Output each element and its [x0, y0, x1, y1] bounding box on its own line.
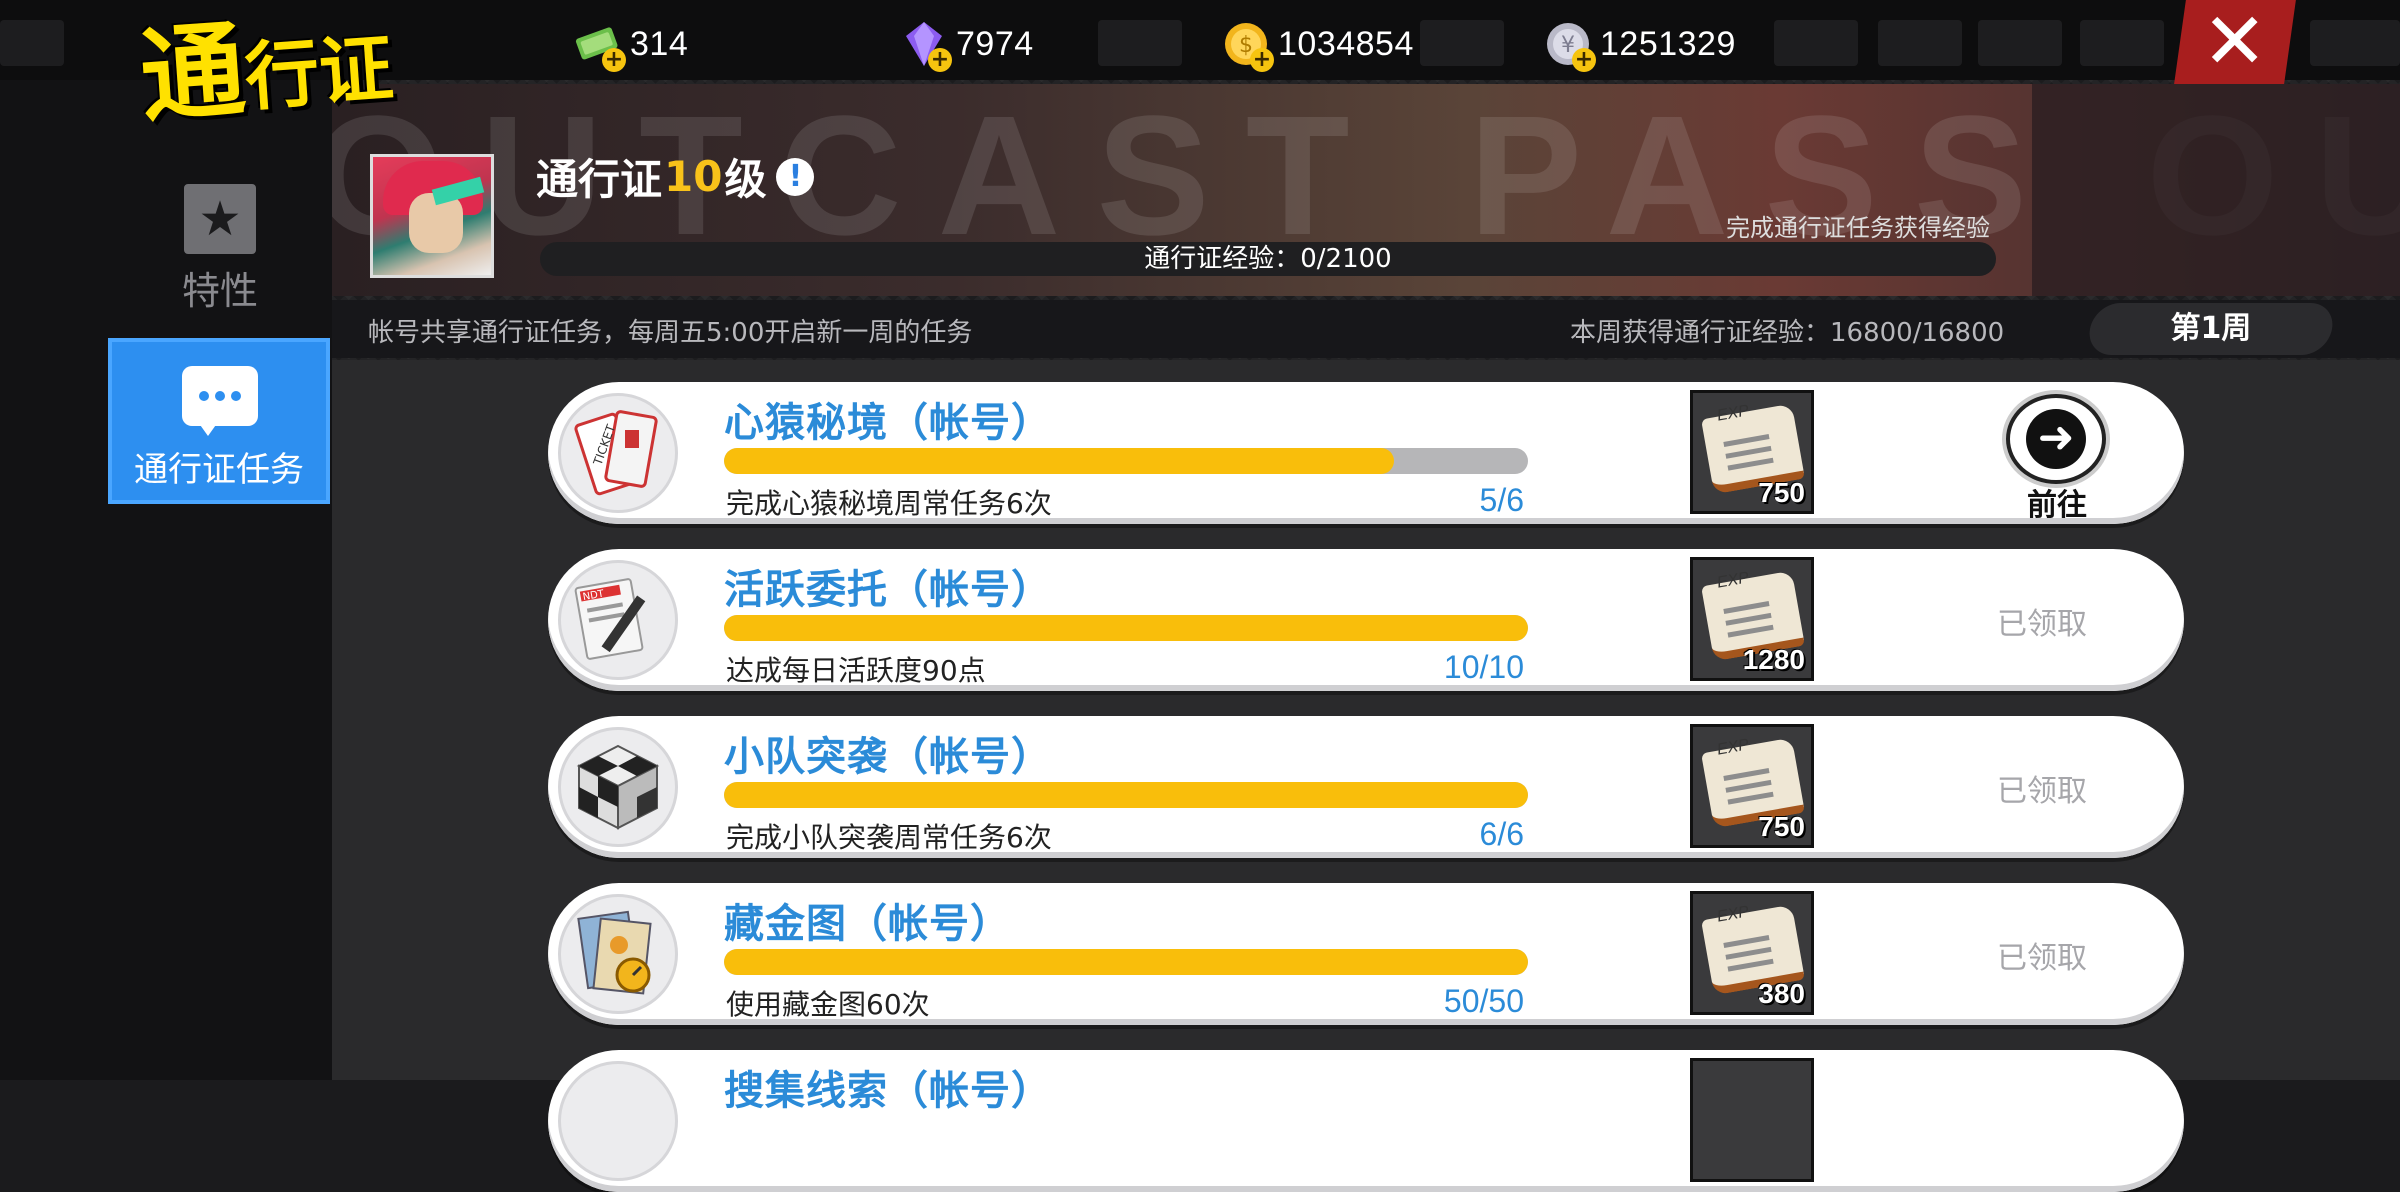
task-count: 6/6 — [1479, 816, 1524, 852]
chat-bubble-icon — [182, 366, 258, 426]
banner-right-panel — [2032, 84, 2400, 296]
pass-level-title: 通行证 10 级 ! — [536, 146, 815, 207]
reward-item[interactable]: EXP 750 — [1690, 390, 1814, 514]
star-icon: ★ — [184, 184, 256, 254]
task-card[interactable]: 小队突袭（帐号） 完成小队突袭周常任务6次 6/6 EXP 750 已领取 — [548, 716, 2184, 858]
task-title: 搜集线索（帐号） — [724, 1068, 1052, 1114]
task-progress-bar — [724, 782, 1528, 808]
close-button[interactable]: ✕ — [2174, 0, 2296, 87]
add-gold-icon[interactable]: + — [1250, 48, 1274, 72]
treasure-map-icon — [558, 894, 678, 1014]
task-progress-bar — [724, 615, 1528, 641]
task-description: 使用藏金图60次 — [726, 988, 930, 1021]
currency-cash[interactable]: + 314 — [574, 16, 688, 72]
cash-icon: + — [574, 20, 626, 72]
reward-quantity: 380 — [1758, 978, 1805, 1009]
sidebar-item-label: 特性 — [181, 269, 258, 313]
sidebar-item-label: 通行证任务 — [134, 450, 304, 490]
bar-slot — [0, 20, 64, 66]
cube-icon — [558, 727, 678, 847]
task-card[interactable]: TICKET 心猿秘境（帐号） 完成心猿秘境周常任务6次 5/6 EXP 750… — [548, 382, 2184, 524]
task-card[interactable]: NDT 活跃委托（帐号） 达成每日活跃度90点 10/10 EXP 1280 已… — [548, 549, 2184, 691]
ticket-icon: TICKET — [558, 393, 678, 513]
task-progress-bar — [724, 448, 1528, 474]
task-reset-info: 帐号共享通行证任务，每周五5:00开启新一周的任务 — [368, 318, 973, 348]
pass-logo: 通 行证 — [136, 0, 396, 138]
player-avatar[interactable] — [370, 154, 494, 278]
weekly-exp-info: 本周获得通行证经验：16800/16800 — [1570, 318, 2005, 348]
currency-crystal[interactable]: + 7974 — [900, 16, 1034, 72]
bar-slot — [1098, 20, 1182, 66]
reward-quantity: 750 — [1758, 811, 1805, 842]
task-card[interactable]: 搜集线索（帐号） — [548, 1050, 2184, 1192]
currency-silver-coin[interactable]: ¥ + 1251329 — [1544, 16, 1736, 72]
logo-rest: 行证 — [242, 25, 396, 122]
bar-slot — [1774, 20, 1858, 66]
task-title: 小队突袭（帐号） — [724, 734, 1052, 780]
task-title: 活跃委托（帐号） — [724, 567, 1052, 613]
gold-amount: 1034854 — [1278, 24, 1414, 63]
silver-amount: 1251329 — [1600, 24, 1736, 63]
week-label: 第1周 — [2170, 311, 2252, 346]
sidebar-item-pass-tasks[interactable]: 通行证任务 — [108, 338, 330, 504]
crystal-amount: 7974 — [956, 24, 1034, 63]
sidebar-item-traits[interactable]: ★ 特性 — [108, 170, 332, 320]
claimed-status: 已领取 — [1997, 607, 2087, 642]
go-button[interactable]: ➜ 前往 — [2002, 394, 2112, 523]
logo-first-char: 通 — [136, 8, 249, 138]
task-title: 心猿秘境（帐号） — [724, 400, 1052, 446]
pass-title-prefix: 通行证 — [536, 155, 663, 204]
reward-item[interactable]: EXP 380 — [1690, 891, 1814, 1015]
task-description: 完成心猿秘境周常任务6次 — [726, 487, 1052, 520]
bar-slot — [2310, 20, 2400, 66]
close-icon: ✕ — [2202, 0, 2268, 87]
cash-amount: 314 — [630, 24, 689, 63]
task-card[interactable]: 藏金图（帐号） 使用藏金图60次 50/50 EXP 380 已领取 — [548, 883, 2184, 1025]
bar-slot — [1878, 20, 1962, 66]
clue-icon — [558, 1061, 678, 1181]
go-label: 前往 — [2027, 488, 2087, 523]
bar-slot — [2080, 20, 2164, 66]
exp-hint-text: 完成通行证任务获得经验 — [1726, 214, 1990, 242]
newspaper-pen-icon: NDT — [558, 560, 678, 680]
gold-coin-icon: $ + — [1222, 20, 1274, 72]
currency-gold-coin[interactable]: $ + 1034854 — [1222, 16, 1414, 72]
info-icon[interactable]: ! — [776, 157, 815, 196]
add-crystal-icon[interactable]: + — [928, 48, 952, 72]
pass-exp-text: 通行证经验：0/2100 — [1144, 244, 1392, 274]
pass-title-suffix: 级 — [724, 155, 767, 204]
task-progress-bar — [724, 949, 1528, 975]
reward-item[interactable] — [1690, 1058, 1814, 1182]
crystal-icon: + — [900, 20, 952, 72]
bar-slot — [1420, 20, 1504, 66]
task-count: 5/6 — [1479, 482, 1524, 518]
claimed-status: 已领取 — [1997, 774, 2087, 809]
reward-item[interactable]: EXP 1280 — [1690, 557, 1814, 681]
task-count: 10/10 — [1443, 649, 1524, 685]
reward-quantity: 1280 — [1742, 644, 1805, 675]
task-count: 50/50 — [1443, 983, 1524, 1019]
bar-slot — [1978, 20, 2062, 66]
pass-level-value: 10 — [664, 152, 723, 201]
arrow-right-icon: ➜ — [2026, 409, 2086, 469]
reward-item[interactable]: EXP 750 — [1690, 724, 1814, 848]
task-title: 藏金图（帐号） — [724, 901, 1011, 947]
task-description: 达成每日活跃度90点 — [726, 654, 986, 687]
silver-coin-icon: ¥ + — [1544, 20, 1596, 72]
task-description: 完成小队突袭周常任务6次 — [726, 821, 1052, 854]
add-silver-icon[interactable]: + — [1572, 48, 1596, 72]
add-cash-icon[interactable]: + — [602, 48, 626, 72]
claimed-status: 已领取 — [1997, 941, 2087, 976]
reward-quantity: 750 — [1758, 477, 1805, 508]
